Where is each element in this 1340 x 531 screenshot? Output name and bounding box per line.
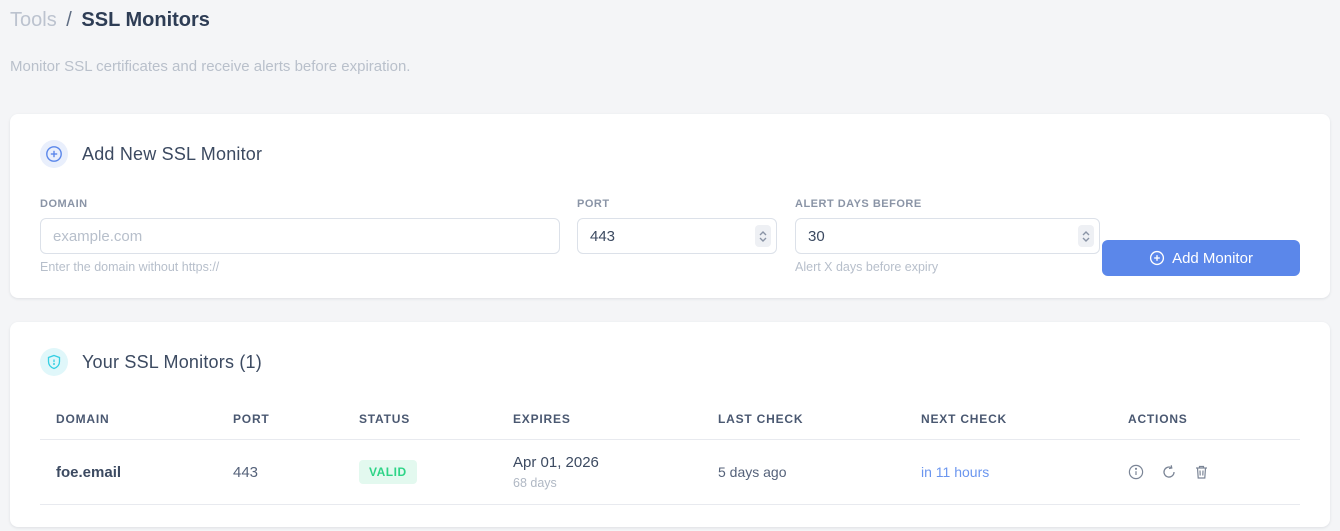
- alert-days-label: ALERT DAYS BEFORE: [795, 198, 922, 210]
- breadcrumb-section[interactable]: Tools: [10, 9, 57, 31]
- delete-button[interactable]: [1194, 464, 1209, 480]
- monitor-domain: foe.email: [56, 463, 122, 481]
- monitor-last-check: 5 days ago: [718, 464, 787, 480]
- plus-circle-icon: [1149, 250, 1165, 266]
- submit-wrap: Add Monitor: [1102, 240, 1300, 276]
- domain-input[interactable]: [40, 218, 560, 254]
- table-header-row: DOMAIN PORT STATUS EXPIRES LAST CHECK NE…: [40, 412, 1300, 440]
- domain-field-group: DOMAIN Enter the domain without https://: [40, 198, 560, 274]
- trash-icon: [1196, 465, 1207, 479]
- monitors-card-title: Your SSL Monitors (1): [82, 351, 262, 372]
- page-subtitle: Monitor SSL certificates and receive ale…: [10, 58, 411, 75]
- chevron-down-icon: [759, 237, 767, 242]
- monitor-status-cell: VALID: [359, 460, 513, 484]
- chevron-up-icon: [759, 230, 767, 235]
- chevron-down-icon: [1082, 237, 1090, 242]
- alert-days-input[interactable]: [795, 218, 1100, 254]
- col-header-domain: DOMAIN: [56, 412, 110, 426]
- monitor-expires-date: Apr 01, 2026: [513, 454, 599, 471]
- add-monitor-title: Add New SSL Monitor: [82, 143, 263, 164]
- monitor-expires-cell: Apr 01, 2026 68 days: [513, 454, 718, 490]
- add-monitor-card: Add New SSL Monitor DOMAIN Enter the dom…: [10, 114, 1330, 298]
- alert-days-field-group: ALERT DAYS BEFORE Alert X days before ex…: [795, 198, 1100, 274]
- domain-label: DOMAIN: [40, 198, 88, 210]
- add-monitor-form: DOMAIN Enter the domain without https://…: [40, 198, 1300, 276]
- alert-days-stepper[interactable]: [1078, 225, 1094, 247]
- col-header-expires: EXPIRES: [513, 412, 571, 426]
- col-header-port: PORT: [233, 412, 270, 426]
- breadcrumb: Tools / SSL Monitors: [10, 0, 1330, 32]
- plus-circle-icon: [40, 140, 68, 168]
- col-header-actions: ACTIONS: [1128, 412, 1188, 426]
- add-monitor-button-label: Add Monitor: [1172, 249, 1253, 267]
- monitor-next-check: in 11 hours: [921, 464, 990, 480]
- col-header-last-check: LAST CHECK: [718, 412, 804, 426]
- page-title: SSL Monitors: [81, 9, 210, 31]
- port-field-group: PORT: [577, 198, 777, 254]
- col-header-next-check: NEXT CHECK: [921, 412, 1008, 426]
- port-label: PORT: [577, 198, 610, 210]
- refresh-button[interactable]: [1161, 464, 1177, 480]
- monitor-expires-days: 68 days: [513, 476, 557, 490]
- col-header-status: STATUS: [359, 412, 411, 426]
- port-input[interactable]: [577, 218, 777, 254]
- table-row: foe.email 443 VALID Apr 01, 2026 68 days…: [40, 440, 1300, 505]
- info-button[interactable]: [1128, 464, 1144, 480]
- monitors-list-card: Your SSL Monitors (1) DOMAIN PORT STATUS…: [10, 322, 1330, 527]
- alert-days-helper: Alert X days before expiry: [795, 260, 939, 274]
- page: Tools / SSL Monitors Monitor SSL certifi…: [0, 0, 1340, 527]
- add-monitor-button[interactable]: Add Monitor: [1102, 240, 1300, 276]
- monitors-card-header: Your SSL Monitors (1): [40, 348, 1300, 376]
- monitor-actions: [1128, 464, 1300, 480]
- breadcrumb-separator: /: [66, 9, 72, 31]
- shield-icon: [40, 348, 68, 376]
- chevron-up-icon: [1082, 230, 1090, 235]
- status-badge: VALID: [359, 460, 417, 484]
- port-stepper[interactable]: [755, 225, 771, 247]
- refresh-icon: [1163, 465, 1175, 478]
- monitors-table: DOMAIN PORT STATUS EXPIRES LAST CHECK NE…: [40, 412, 1300, 505]
- info-icon: [1128, 464, 1144, 480]
- add-monitor-card-header: Add New SSL Monitor: [40, 140, 1300, 168]
- domain-helper: Enter the domain without https://: [40, 260, 220, 274]
- monitor-port: 443: [233, 463, 259, 481]
